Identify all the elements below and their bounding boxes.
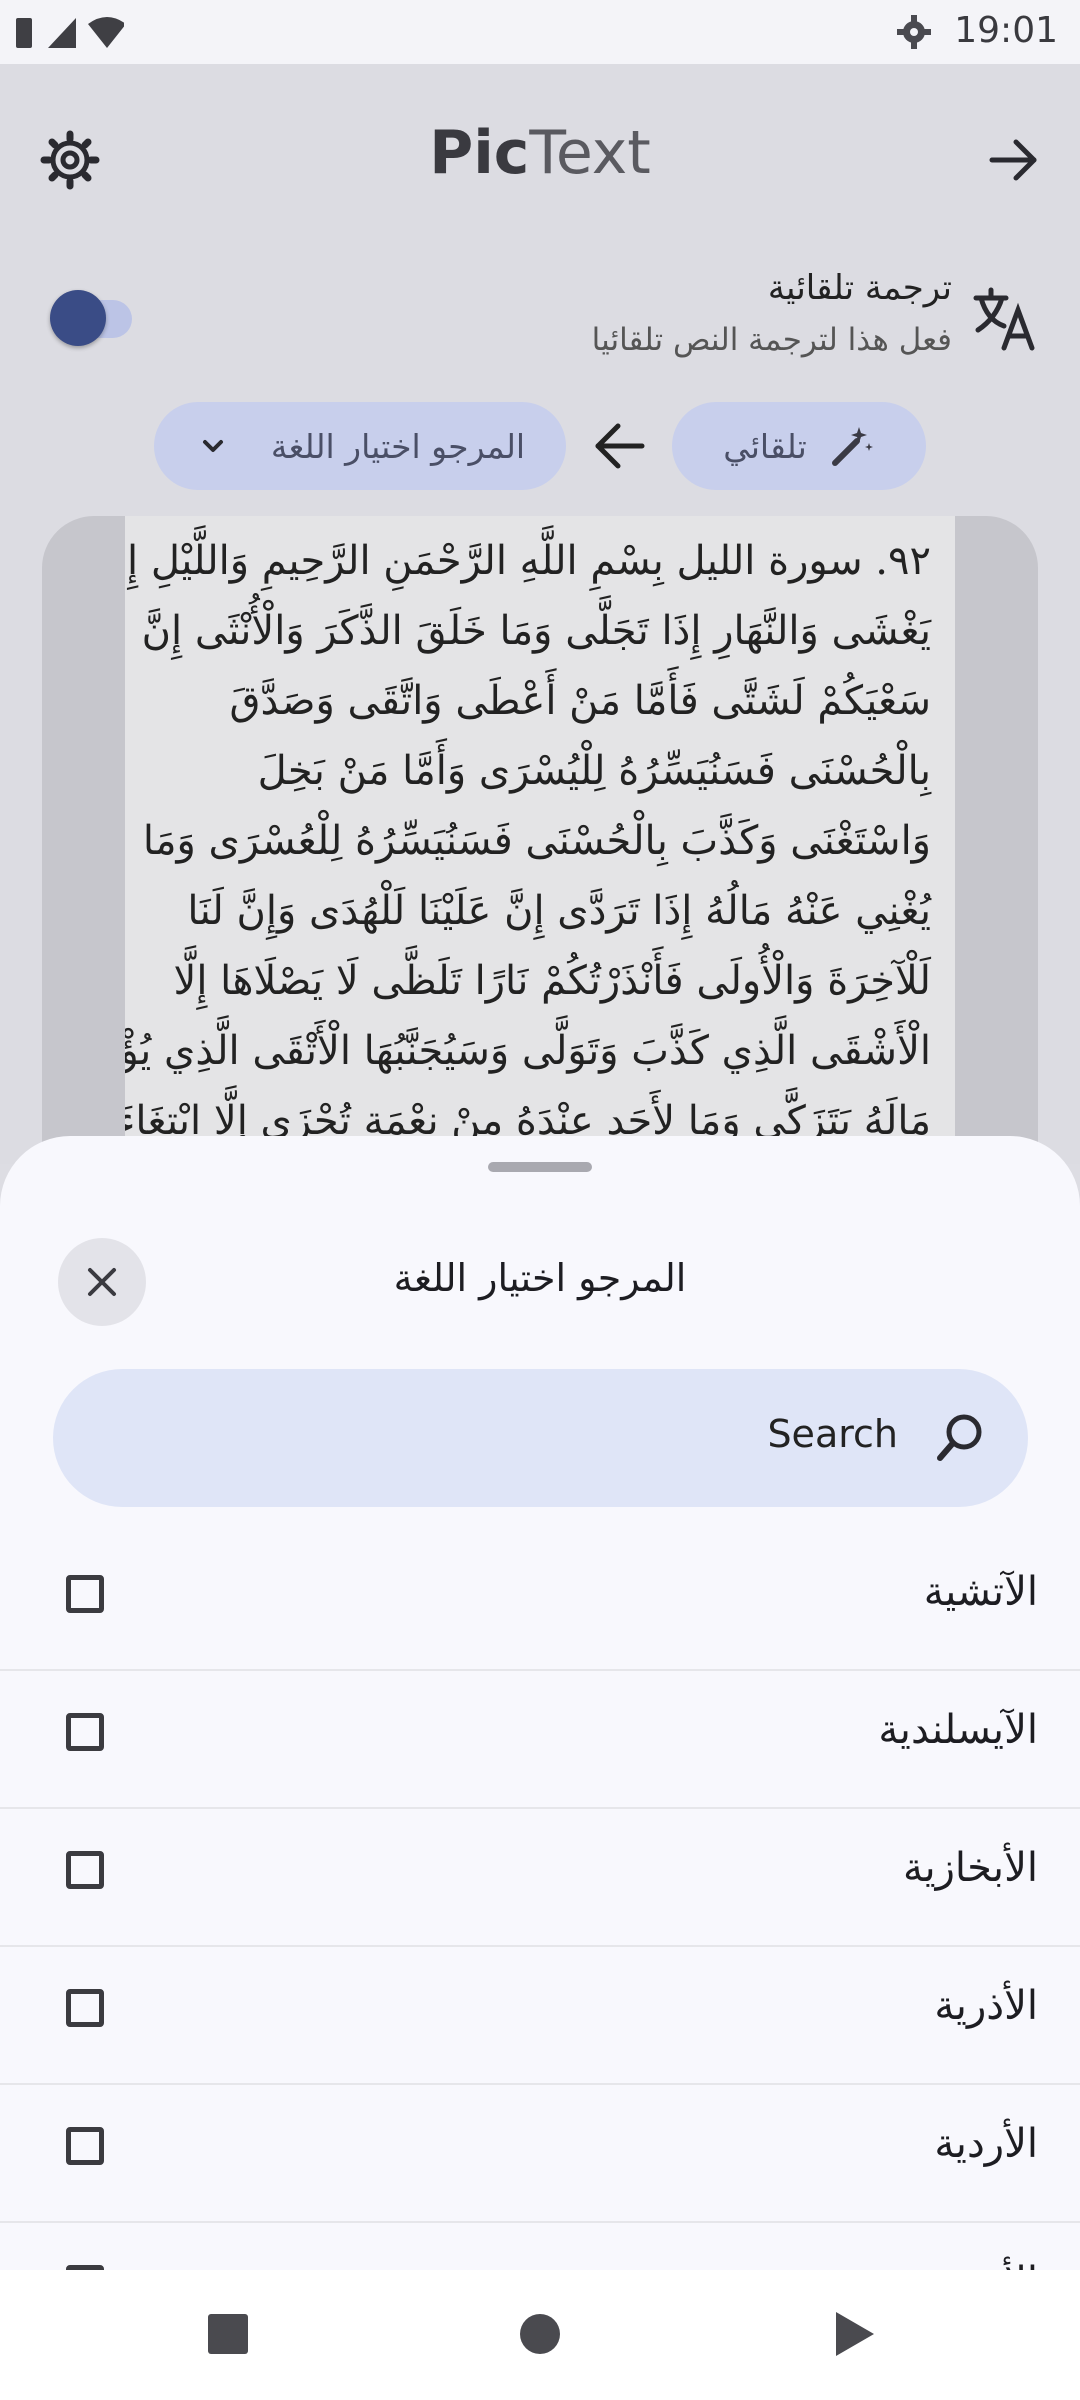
swap-direction-button[interactable] (590, 418, 650, 474)
logo-light: Text (529, 118, 651, 188)
text-line: وَاسْتَغْنَى وَكَذَّبَ بِالْحُسْنَى فَسَ… (142, 818, 931, 864)
scanned-image: ٩٢. سورة الليل بِسْمِ اللَّهِ الرَّحْمَن… (125, 516, 955, 1216)
clock: 19:01 (954, 10, 1058, 51)
source-language-button[interactable]: تلقائي (672, 402, 926, 490)
list-item[interactable]: الأبخازية (0, 1807, 1080, 1947)
target-language-button[interactable]: المرجو اختيار اللغة (154, 402, 566, 490)
signal-icon (48, 18, 76, 48)
text-line: سَعْيَكُمْ لَشَتَّى فَأَمَّا مَنْ أَعْطَ… (229, 678, 931, 724)
source-language-label: تلقائي (723, 426, 807, 466)
language-label: الأبخازية (903, 1845, 1038, 1891)
search-icon (932, 1408, 988, 1468)
text-line: يَغْشَى وَالنَّهَارِ إِذَا تَجَلَّى وَمَ… (141, 608, 931, 654)
next-button[interactable] (978, 124, 1050, 196)
magic-wand-icon (831, 427, 873, 466)
checkbox[interactable] (66, 2127, 104, 2165)
app-logo: PicText (0, 118, 1080, 188)
list-item[interactable]: الأردية (0, 2083, 1080, 2223)
auto-translate-subtitle: فعل هذا لترجمة النص تلقائيا (591, 322, 952, 358)
language-label: الأردية (934, 2121, 1038, 2167)
battery-icon (16, 18, 32, 48)
auto-translate-title: ترجمة تلقائية (767, 268, 952, 308)
home-icon[interactable] (520, 2314, 560, 2354)
target-language-label: المرجو اختيار اللغة (270, 426, 526, 466)
translate-icon (972, 286, 1038, 352)
recents-icon[interactable] (208, 2314, 248, 2354)
language-label: الأرمنية (918, 2259, 1038, 2270)
chevron-down-icon (202, 440, 223, 452)
list-item[interactable]: الآتشية (0, 1531, 1080, 1671)
list-item[interactable]: الأرمنية (0, 2221, 1080, 2270)
drag-handle[interactable] (488, 1162, 592, 1172)
arrow-left-icon (595, 423, 645, 469)
settings-status-icon (897, 15, 931, 49)
checkbox[interactable] (66, 1989, 104, 2027)
text-line: يُغْنِي عَنْهُ مَالُهُ إِذَا تَرَدَّى إِ… (187, 888, 931, 934)
navigation-bar (0, 2270, 1080, 2400)
text-line: لَلْآخِرَةَ وَالْأُولَى فَأَنْذَرْتُكُمْ… (173, 958, 931, 1004)
language-label: الآتشية (923, 1569, 1038, 1615)
list-item[interactable]: الآيسلندية (0, 1669, 1080, 1809)
list-item[interactable]: الأذرية (0, 1945, 1080, 2085)
search-placeholder: Search (767, 1412, 898, 1456)
language-label: الآيسلندية (878, 1707, 1038, 1753)
language-label: الأذرية (934, 1983, 1038, 2029)
checkbox[interactable] (66, 1851, 104, 1889)
logo-bold: Pic (429, 118, 530, 188)
checkbox[interactable] (66, 1713, 104, 1751)
text-line: ٩٢. سورة الليل بِسْمِ اللَّهِ الرَّحْمَن… (125, 538, 931, 584)
checkbox[interactable] (66, 1575, 104, 1613)
status-icons (16, 17, 124, 48)
text-line: الْأَشْقَى الَّذِي كَذَّبَ وَتَوَلَّى وَ… (125, 1028, 931, 1074)
sheet-title: المرجو اختيار اللغة (393, 1256, 687, 1300)
back-icon[interactable] (834, 2310, 876, 2358)
text-line: بِالْحُسْنَى فَسَنُيَسِّرُهُ لِلْيُسْرَى… (257, 748, 931, 794)
wifi-icon (88, 17, 124, 48)
arrow-right-icon (989, 139, 1037, 181)
toggle-knob[interactable] (50, 290, 106, 346)
status-bar: 19:01 (0, 0, 1080, 64)
